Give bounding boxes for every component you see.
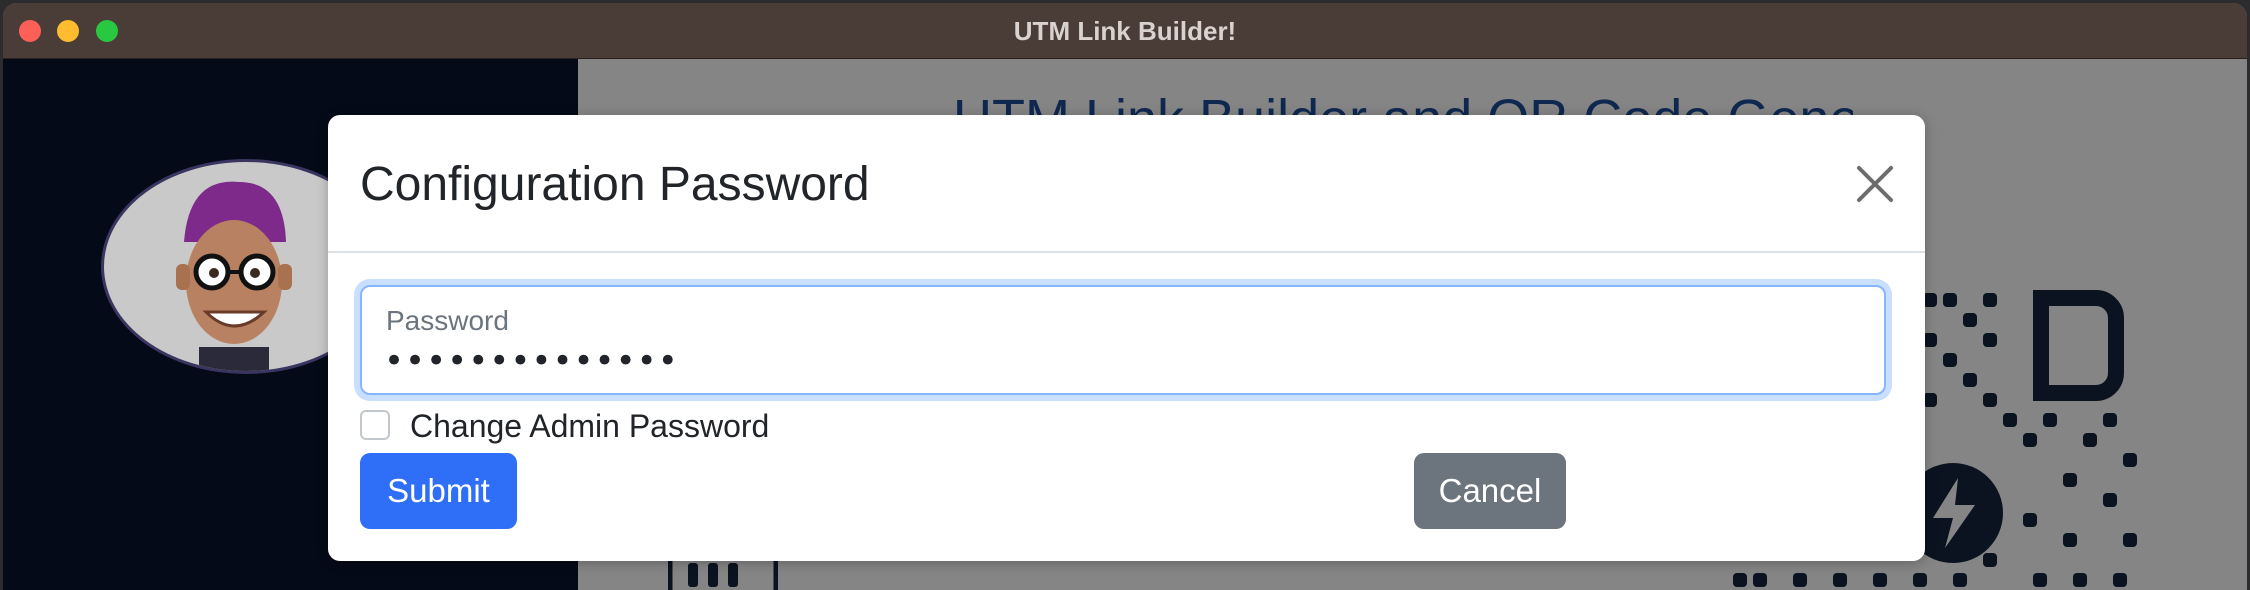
window-title: UTM Link Builder! <box>1013 16 1237 46</box>
submit-button[interactable]: Submit <box>360 453 517 529</box>
title-bar: UTM Link Builder! <box>3 3 2247 59</box>
configuration-password-modal: Configuration Password Password Change A… <box>328 115 1925 561</box>
password-label: Password <box>386 305 509 336</box>
modal-title: Configuration Password <box>360 158 870 211</box>
password-input[interactable] <box>384 339 1854 383</box>
modal-header: Configuration Password <box>328 115 1925 253</box>
close-button[interactable] <box>1851 160 1899 208</box>
change-admin-password-checkbox[interactable] <box>360 410 390 440</box>
cancel-button[interactable]: Cancel <box>1414 453 1566 529</box>
password-field[interactable]: Password <box>360 285 1886 395</box>
change-admin-password-label[interactable]: Change Admin Password <box>410 408 769 445</box>
close-icon <box>1857 166 1893 202</box>
